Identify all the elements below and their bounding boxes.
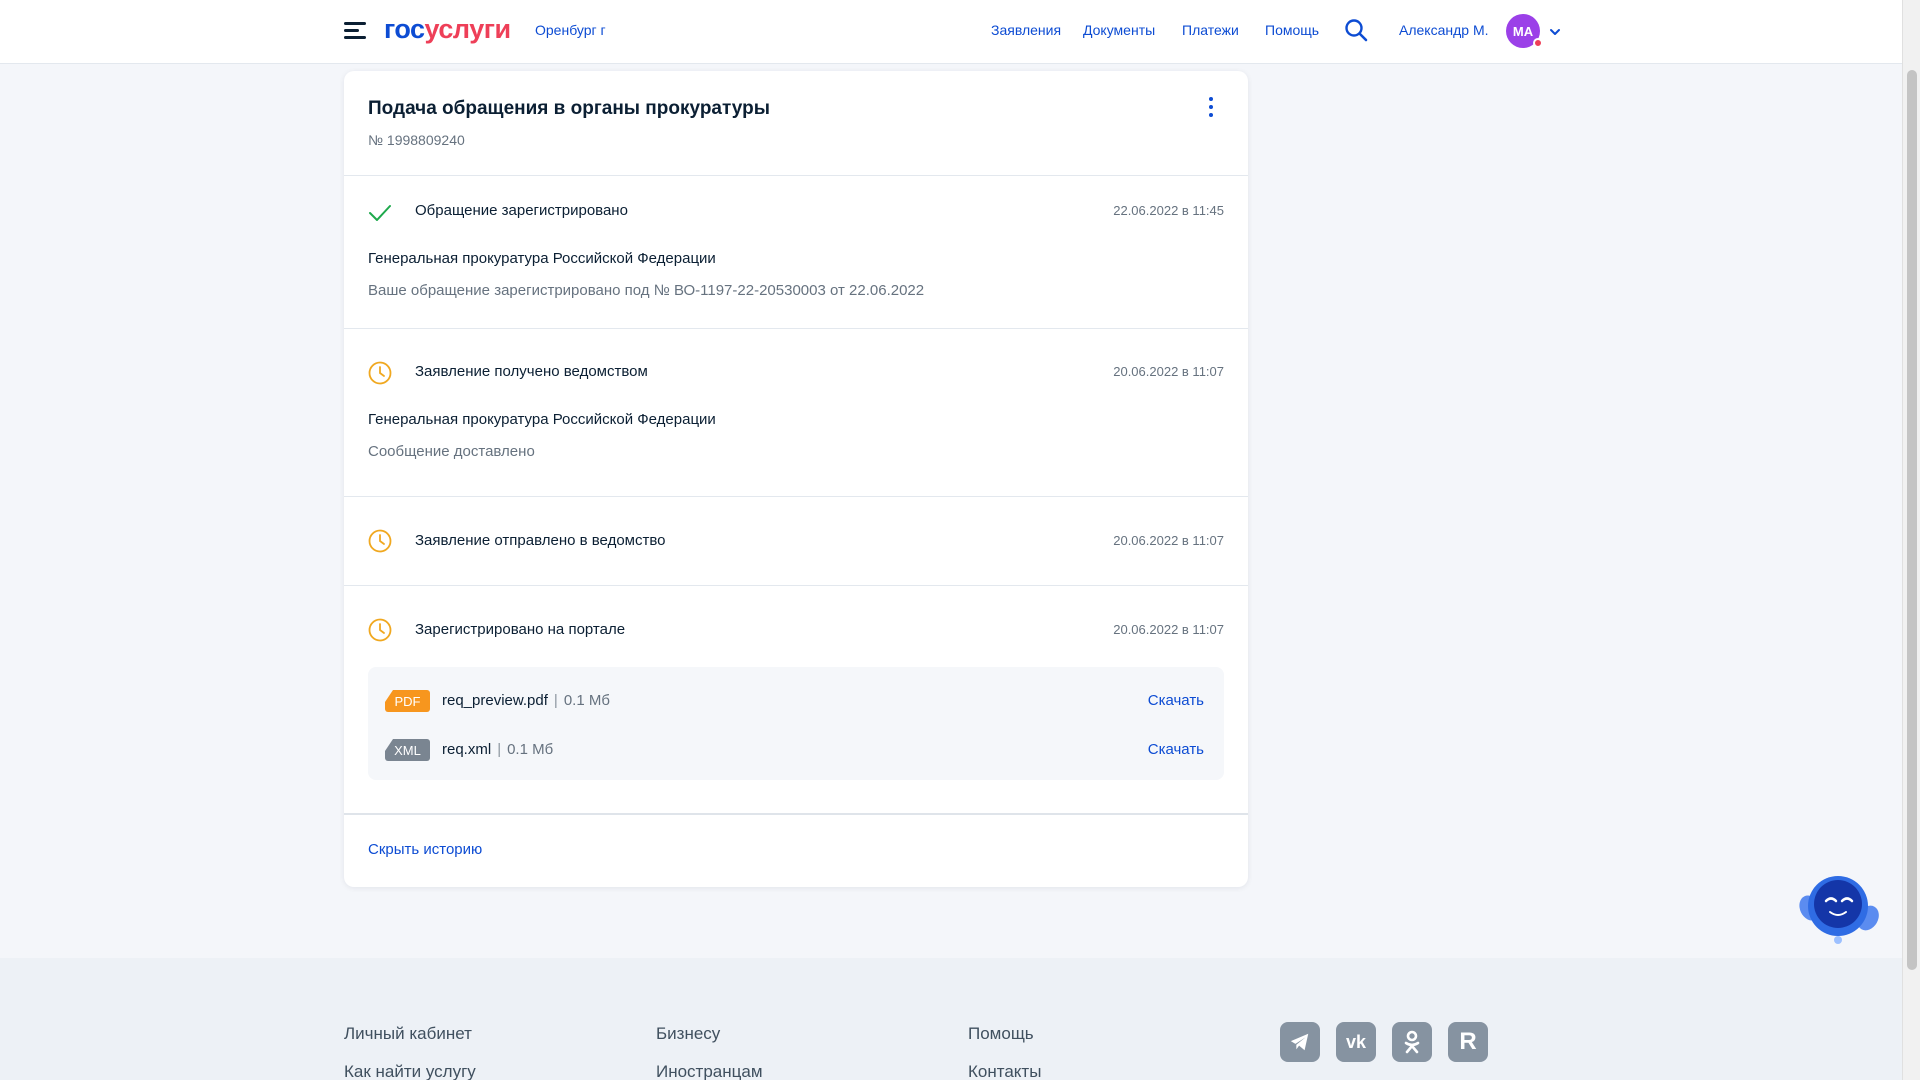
event-date: 20.06.2022 в 11:07 bbox=[1113, 533, 1224, 548]
check-icon bbox=[369, 205, 391, 221]
user-name[interactable]: Александр М. bbox=[1399, 22, 1489, 38]
request-card: Подача обращения в органы прокуратуры № … bbox=[344, 71, 1248, 887]
scrollbar[interactable] bbox=[1902, 0, 1920, 1080]
footer-link-contacts[interactable]: Контакты bbox=[968, 1062, 1041, 1080]
odnoklassniki-icon[interactable] bbox=[1392, 1022, 1432, 1062]
nav-documents[interactable]: Документы bbox=[1083, 22, 1155, 38]
search-icon[interactable] bbox=[1343, 17, 1369, 43]
event-organization: Генеральная прокуратура Российской Федер… bbox=[368, 411, 716, 428]
clock-icon bbox=[368, 361, 392, 385]
nav-help[interactable]: Помощь bbox=[1265, 22, 1319, 38]
event-date: 20.06.2022 в 11:07 bbox=[1113, 622, 1224, 637]
event-status: Заявление получено ведомством bbox=[415, 363, 648, 380]
footer bbox=[0, 958, 1902, 1080]
file-name: req.xml bbox=[442, 741, 492, 758]
attachments-panel: PDF req_preview.pdf | 0.1 Мб Скачать XML r… bbox=[368, 667, 1224, 780]
divider bbox=[344, 175, 1248, 176]
event-status: Заявление отправлено в ведомство bbox=[415, 532, 666, 549]
rutube-icon[interactable]: R bbox=[1448, 1022, 1488, 1062]
logo-part-gos: гос bbox=[384, 14, 425, 44]
footer-link-help[interactable]: Помощь bbox=[968, 1024, 1034, 1044]
divider bbox=[344, 585, 1248, 586]
robot-assistant-icon[interactable] bbox=[1796, 870, 1880, 946]
logo-part-uslugi: услуги bbox=[424, 14, 512, 44]
download-pdf-link[interactable]: Скачать bbox=[1148, 692, 1204, 709]
file-name: req_preview.pdf bbox=[442, 692, 548, 709]
event-status: Обращение зарегистрировано bbox=[415, 202, 628, 219]
request-number: № 1998809240 bbox=[368, 132, 465, 148]
event-date: 22.06.2022 в 11:45 bbox=[1113, 203, 1224, 218]
download-xml-link[interactable]: Скачать bbox=[1148, 741, 1204, 758]
hide-history-link[interactable]: Скрыть историю bbox=[368, 841, 482, 858]
attachment-item: req.xml | 0.1 Мб bbox=[442, 741, 554, 758]
event-message: Сообщение доставлено bbox=[368, 443, 535, 460]
nav-applications[interactable]: Заявления bbox=[991, 22, 1061, 38]
pdf-file-icon: PDF bbox=[385, 690, 430, 712]
footer-link-business[interactable]: Бизнесу bbox=[656, 1024, 720, 1044]
page-title: Подача обращения в органы прокуратуры bbox=[368, 98, 770, 119]
attachment-item: req_preview.pdf | 0.1 Мб bbox=[442, 692, 610, 709]
file-size: 0.1 Мб bbox=[563, 692, 610, 709]
xml-file-icon: XML bbox=[385, 739, 430, 761]
footer-link-find-service[interactable]: Как найти услугу bbox=[344, 1062, 476, 1080]
event-message: Ваше обращение зарегистрировано под № ВО… bbox=[368, 282, 925, 299]
top-header: госуслуги Оренбург г Заявления Документы… bbox=[0, 0, 1902, 64]
telegram-icon[interactable] bbox=[1280, 1022, 1320, 1062]
gosuslugi-logo[interactable]: госуслуги bbox=[384, 14, 511, 45]
footer-link-foreigners[interactable]: Иностранцам bbox=[656, 1062, 763, 1080]
vk-icon[interactable]: vk bbox=[1336, 1022, 1376, 1062]
divider bbox=[344, 496, 1248, 497]
file-size: 0.1 Мб bbox=[507, 741, 554, 758]
event-date: 20.06.2022 в 11:07 bbox=[1113, 364, 1224, 379]
scrollbar-thumb[interactable] bbox=[1907, 70, 1917, 970]
event-organization: Генеральная прокуратура Российской Федер… bbox=[368, 250, 716, 267]
divider bbox=[344, 328, 1248, 329]
chevron-down-icon[interactable] bbox=[1548, 25, 1562, 39]
menu-burger-icon[interactable] bbox=[344, 22, 366, 40]
more-options-icon[interactable] bbox=[1206, 96, 1216, 118]
city-selector[interactable]: Оренбург г bbox=[535, 22, 606, 38]
clock-icon bbox=[368, 618, 392, 642]
footer-link-cabinet[interactable]: Личный кабинет bbox=[344, 1024, 472, 1044]
divider bbox=[344, 813, 1248, 815]
nav-payments[interactable]: Платежи bbox=[1182, 22, 1239, 38]
clock-icon bbox=[368, 529, 392, 553]
event-status: Зарегистрировано на портале bbox=[415, 621, 626, 638]
notification-dot bbox=[1533, 38, 1543, 48]
